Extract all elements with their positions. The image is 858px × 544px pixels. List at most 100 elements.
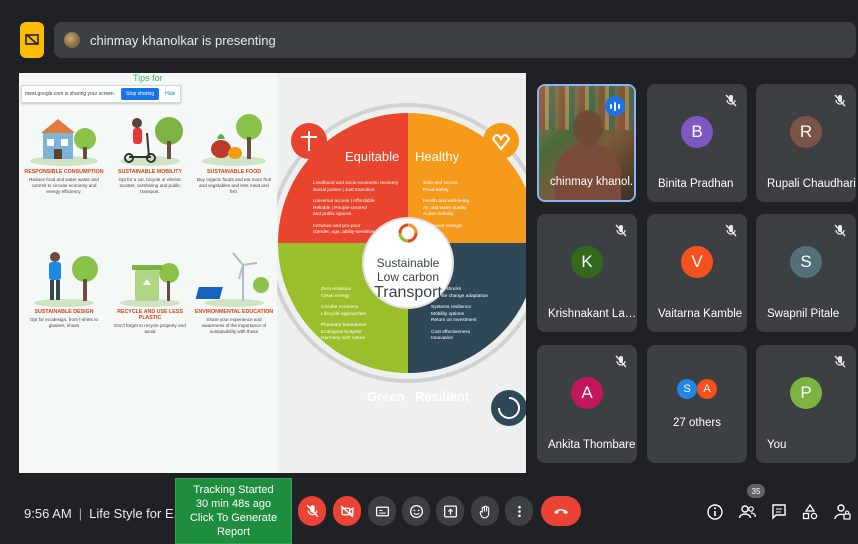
tip-text: Opt for a car, bicycle or electric scoot… [118,177,182,194]
transport-wheel-panel: Equitable Healthy Green Resilient Liveli… [268,73,526,473]
avatar: R [790,116,822,148]
mic-toggle-button[interactable] [298,496,326,526]
camera-off-icon [340,505,353,517]
generate-report-label: Click To Generate Report [189,512,278,538]
tip-title: RESPONSIBLE CONSUMPTION [24,169,104,175]
tip-sustainable-food: SUSTAINABLE FOOD Buy organic foods and e… [191,109,277,195]
presentation-icon[interactable] [20,22,44,58]
participant-tile[interactable]: S Swapnil Pitale [756,214,856,332]
presenting-banner: chinmay khanolkar is presenting [54,22,856,58]
camera-toggle-button[interactable] [333,496,361,526]
mic-off-icon [724,94,738,108]
others-avatar: S [677,379,697,399]
top-bar: chinmay khanolkar is presenting [20,22,856,58]
others-count: 27 others [673,417,721,429]
hang-up-icon [554,509,568,514]
green-label: Green [367,389,405,404]
resilient-label: Resilient [415,389,470,404]
lock-person-icon [834,504,851,520]
more-vert-icon [517,505,521,517]
shared-screen: Tips for meet.google.com is sharing your… [19,73,526,473]
host-controls-button[interactable] [832,502,852,522]
tip-sustainable-mobility: SUSTAINABLE MOBILITY Opt for a car, bicy… [107,109,193,195]
current-time: 9:56 AM [24,506,72,521]
bottom-toolbar: 9:56 AM | Life Style for E... Tracking Sta… [0,478,858,544]
participant-name: You [767,439,787,451]
participant-name: Ankita Thombare [548,439,636,451]
activities-button[interactable] [800,502,820,522]
participant-name: Krishnakant Las... [548,308,637,320]
participant-tile[interactable]: A Ankita Thombare [537,345,637,463]
tip-title: ENVIRONMENTAL EDUCATION [194,309,274,315]
equitable-label: Equitable [345,149,400,164]
stop-sharing-button[interactable]: Stop sharing [121,88,160,100]
others-avatar: A [697,379,717,399]
tracking-status: Tracking Started [193,484,274,496]
avatar: A [571,377,603,409]
center-title: Sustainable Low carbon Transport [374,256,442,301]
mic-off-icon [833,94,847,108]
mic-off-icon [614,224,628,238]
healthy-details: Safe and secure Road safety Health and w… [423,181,470,229]
presenter-avatar [64,32,80,48]
others-tile[interactable]: S A 27 others [647,345,747,463]
wind-turbine-illustration [191,249,277,307]
tip-title: SUSTAINABLE FOOD [206,169,262,175]
recycle-bin-illustration [107,249,193,307]
participant-tile[interactable]: V Vaitarna Kamble [647,214,747,332]
meeting-title: Life Style for E... [89,506,185,521]
mic-off-icon [724,224,738,238]
tips-title: Tips for [133,73,163,83]
avatar: B [681,116,713,148]
people-icon [738,505,756,519]
vegetables-illustration [191,109,277,167]
leave-call-button[interactable] [541,496,581,526]
reactions-button[interactable] [402,496,430,526]
chat-button[interactable] [769,502,789,522]
participant-name: Rupali Chaudhari [767,178,856,190]
equitable-details: Livelihood and socio-economic recovery S… [313,181,399,235]
tracking-report-button[interactable]: Tracking Started 30 min 48s ago Click To… [175,478,292,544]
hide-button[interactable]: Hide [165,91,175,97]
tip-text: Buy organic foods and eat more fruit and… [196,177,272,194]
house-illustration [21,109,107,167]
avatar: P [790,377,822,409]
more-options-button[interactable] [505,496,533,526]
emoji-icon [409,504,423,518]
avatar: S [790,246,822,278]
tip-text: Don't forget to recycle property and avo… [114,323,186,334]
people-count-badge: 35 [747,484,765,498]
tracking-elapsed: 30 min 48s ago [195,498,272,510]
avatar: V [681,246,713,278]
tip-text: Reduce food and water waste and commit t… [29,177,99,194]
participant-name: Binita Pradhan [658,178,734,190]
people-button[interactable] [737,502,757,522]
speaking-indicator-icon [605,96,625,116]
tip-title: RECYCLE AND USE LESS PLASTIC [117,309,183,321]
chat-icon [772,504,786,520]
participant-tile[interactable]: B Binita Pradhan [647,84,747,202]
participant-tile[interactable]: K Krishnakant Las... [537,214,637,332]
tip-text: Opt for ecodesign, from t-shirts to glas… [29,317,99,328]
share-notice-text: meet.google.com is sharing your screen. [25,91,116,97]
meeting-details-button[interactable] [705,502,725,522]
mic-off-icon [833,355,847,369]
screen-share-notice: meet.google.com is sharing your screen. … [21,85,181,103]
tip-title: SUSTAINABLE DESIGN [34,309,94,315]
activities-icon [802,503,818,520]
tip-text: Share your experience and awareness of t… [201,317,267,334]
participant-tile-self[interactable]: P You [756,345,856,463]
healthy-label: Healthy [415,149,460,164]
participant-tile-presenter[interactable]: chinmay khanol... [537,84,636,202]
mic-off-icon [306,504,318,517]
tip-recycle: RECYCLE AND USE LESS PLASTIC Don't forge… [107,249,193,335]
participant-name: chinmay khanol... [550,176,636,188]
scooter-illustration [107,109,193,167]
tip-title: SUSTAINABLE MOBILITY [117,169,183,175]
captions-button[interactable] [368,496,396,526]
participant-tile[interactable]: R Rupali Chaudhari [756,84,856,202]
raise-hand-button[interactable] [471,496,499,526]
participant-name: Swapnil Pitale [767,308,840,320]
participant-name: Vaitarna Kamble [658,308,743,320]
present-button[interactable] [436,496,464,526]
